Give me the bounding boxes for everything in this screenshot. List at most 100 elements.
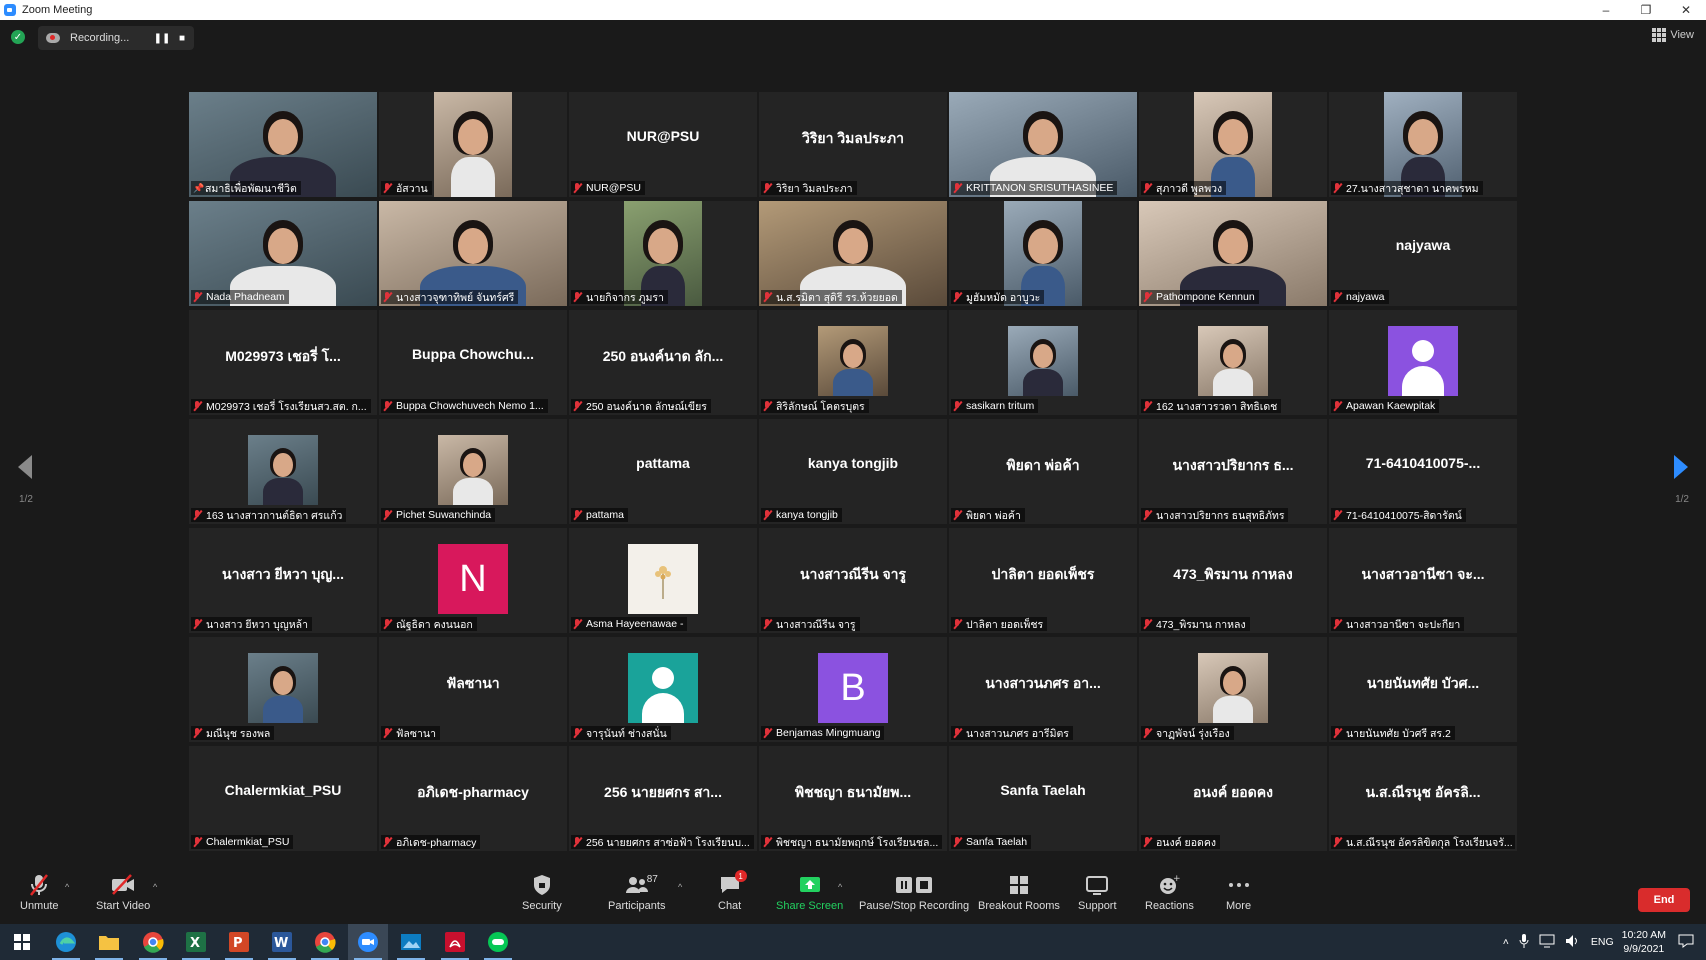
end-meeting-button[interactable]: End <box>1638 888 1690 912</box>
participant-tile[interactable]: kanya tongjib kanya tongjib <box>759 419 947 524</box>
participant-tile[interactable]: นางสาว ยีหวา บุญ... นางสาว ยีหวา บุญหล้า <box>189 528 377 633</box>
notifications-icon[interactable] <box>1678 934 1694 951</box>
participant-tile[interactable]: 163 นางสาวกานต์ธิดา ศรแก้ว <box>189 419 377 524</box>
edge-browser-icon[interactable] <box>46 924 86 960</box>
muted-mic-icon <box>573 728 582 738</box>
participant-tile[interactable]: Sanfa Taelah Sanfa Taelah <box>949 746 1137 851</box>
participant-name-bar: มณีนุช รองพล <box>191 726 275 740</box>
zoom-taskbar-icon[interactable] <box>348 924 388 960</box>
participant-tile[interactable]: นายกิจากร ภูมรา <box>569 201 757 306</box>
participant-tile[interactable]: 473_พิรมาน กาหลง 473_พิรมาน กาหลง <box>1139 528 1327 633</box>
participant-tile[interactable]: น.ส.ณีรนุช อัครลิ... น.ส.ณีรนุช อัครลิขิต… <box>1329 746 1517 851</box>
participant-tile[interactable]: สิริลักษณ์ โคตรบุตร <box>759 310 947 415</box>
participant-tile[interactable]: อัสวาน <box>379 92 567 197</box>
powerpoint-icon[interactable]: P <box>219 924 259 960</box>
line-app-icon[interactable] <box>478 924 518 960</box>
video-options-caret-icon[interactable]: ^ <box>153 882 157 892</box>
previous-page-arrow-icon[interactable] <box>18 455 32 479</box>
more-button[interactable]: More <box>1226 872 1251 912</box>
chat-button[interactable]: 1 Chat <box>718 870 747 912</box>
word-icon[interactable]: W <box>262 924 302 960</box>
participant-name: Sanfa Taelah <box>966 836 1028 848</box>
show-hidden-icons-chevron-icon[interactable]: ˄ <box>1503 936 1509 948</box>
participant-tile[interactable]: วิริยา วิมลประภา วิริยา วิมลประภา <box>759 92 947 197</box>
participant-tile[interactable]: Buppa Chowchu... Buppa Chowchuvech Nemo 1… <box>379 310 567 415</box>
breakout-rooms-button[interactable]: Breakout Rooms <box>978 872 1060 912</box>
photos-app-icon[interactable] <box>391 924 431 960</box>
participant-tile[interactable]: Nada Phadneam <box>189 201 377 306</box>
audio-options-caret-icon[interactable]: ^ <box>65 882 69 892</box>
shield-check-icon[interactable]: ✓ <box>11 30 25 44</box>
participant-tile[interactable]: Apawan Kaewpitak <box>1329 310 1517 415</box>
participant-tile[interactable]: N ณัฐธิดา คงนนอก <box>379 528 567 633</box>
participant-tile[interactable]: พิชชญา ธนามัยพ... พิชชญา ธนามัยพฤกษ์ โรงเ… <box>759 746 947 851</box>
participant-tile[interactable]: najyawa najyawa <box>1329 201 1517 306</box>
participant-tile[interactable]: อภิเดช-pharmacy อภิเดช-pharmacy <box>379 746 567 851</box>
participant-tile[interactable]: พิยดา พ่อค้า พิยดา พ่อค้า <box>949 419 1137 524</box>
participant-tile[interactable]: NUR@PSU NUR@PSU <box>569 92 757 197</box>
participant-name: Asma Hayeenawae - <box>586 618 684 630</box>
participant-tile[interactable]: น.ส.รมิตา สุดิรี รร.ห้วยยอด <box>759 201 947 306</box>
participant-tile[interactable]: อนงค์ ยอดคง อนงค์ ยอดคง <box>1139 746 1327 851</box>
participant-tile[interactable]: pattama pattama <box>569 419 757 524</box>
taskbar-clock[interactable]: 10:20 AM 9/9/2021 <box>1622 928 1666 956</box>
participant-tile[interactable]: 📌 สมาธิเพื่อพัฒนาชีวิต <box>189 92 377 197</box>
chrome-profile-icon[interactable] <box>305 924 345 960</box>
participant-tile[interactable]: Asma Hayeenawae - <box>569 528 757 633</box>
network-tray-icon[interactable] <box>1539 934 1555 951</box>
participant-tile[interactable]: มณีนุช รองพล <box>189 637 377 742</box>
participant-tile[interactable]: นางสาวปริยากร ธ... นางสาวปริยากร ธนสุทธิภ… <box>1139 419 1327 524</box>
participant-tile[interactable]: sasikarn tritum <box>949 310 1137 415</box>
participant-tile[interactable]: ปาลิตา ยอดเพ็ชร ปาลิตา ยอดเพ็ชร <box>949 528 1137 633</box>
input-language[interactable]: ENG <box>1591 936 1614 948</box>
share-options-caret-icon[interactable]: ^ <box>838 882 842 892</box>
windows-start-icon[interactable] <box>2 924 42 960</box>
participants-button[interactable]: 87 Participants <box>608 872 665 912</box>
participant-display-name: นางสาวนภศร อา... <box>985 675 1101 691</box>
participant-tile[interactable]: สุภาวดี พูลพวง <box>1139 92 1327 197</box>
participant-tile[interactable]: ฟัลซานา ฟัลซานา <box>379 637 567 742</box>
participant-tile[interactable]: 162 นางสาวรวดา สิทธิเดช <box>1139 310 1327 415</box>
participant-tile[interactable]: นางสาวจุฑาทิพย์ จันทร์ศรี <box>379 201 567 306</box>
participant-tile[interactable]: B Benjamas Mingmuang <box>759 637 947 742</box>
participants-caret-icon[interactable]: ^ <box>678 882 682 892</box>
minimize-button[interactable]: – <box>1586 0 1626 20</box>
file-explorer-icon[interactable] <box>89 924 129 960</box>
participant-name-bar: 473_พิรมาน กาหลง <box>1141 617 1250 631</box>
participant-tile[interactable]: 250 อนงค์นาด ลัก... 250 อนงค์นาด ลักษณ์เข… <box>569 310 757 415</box>
acrobat-reader-icon[interactable] <box>435 924 475 960</box>
volume-tray-icon[interactable] <box>1565 934 1581 951</box>
security-button[interactable]: Security <box>522 872 562 912</box>
start-video-button[interactable]: Start Video <box>96 872 150 912</box>
view-button[interactable]: View <box>1652 28 1694 42</box>
stop-recording-button[interactable]: ■ <box>172 33 192 44</box>
participant-tile[interactable]: M029973 เชอรี่ โ... M029973 เชอรี่ โรงเรี… <box>189 310 377 415</box>
participant-tile[interactable]: KRITTANON SRISUTHASINEE <box>949 92 1137 197</box>
restore-button[interactable]: ❐ <box>1626 0 1666 20</box>
participant-tile[interactable]: นายนันทศัย บัวศ... นายนันทศัย บัวศรี สร.2 <box>1329 637 1517 742</box>
participant-tile[interactable]: 71-6410410075-... 71-6410410075-สิดารัตน์ <box>1329 419 1517 524</box>
participant-tile[interactable]: 27.นางสาวสุชาดา นาคพรหม <box>1329 92 1517 197</box>
participant-tile[interactable]: จารุนันท์ ช่างสนั่น <box>569 637 757 742</box>
microphone-tray-icon[interactable] <box>1519 933 1529 951</box>
pause-stop-recording-button[interactable]: Pause/Stop Recording <box>859 872 969 912</box>
participant-display-name: Buppa Chowchu... <box>411 346 535 362</box>
next-page-arrow-icon[interactable] <box>1674 455 1688 479</box>
support-button[interactable]: Support <box>1078 872 1117 912</box>
participant-tile[interactable]: 256 นายยศกร สา... 256 นายยศกร สาซ่อฟ้า โร… <box>569 746 757 851</box>
participant-tile[interactable]: นางสาวณีรีน จารู นางสาวณีรีน จารู <box>759 528 947 633</box>
participant-tile[interactable]: นางสาวนภศร อา... นางสาวนภศร อารีมิตร <box>949 637 1137 742</box>
pause-recording-button[interactable]: ❚❚ <box>152 33 172 44</box>
share-screen-button[interactable]: Share Screen <box>776 872 843 912</box>
reactions-button[interactable]: + Reactions <box>1145 872 1194 912</box>
participant-tile[interactable]: Pathompone Kennun <box>1139 201 1327 306</box>
participant-tile[interactable]: Pichet Suwanchinda <box>379 419 567 524</box>
participant-tile[interactable]: มูฮัมหมัด อาบูวะ <box>949 201 1137 306</box>
chrome-icon[interactable] <box>133 924 173 960</box>
close-button[interactable]: ✕ <box>1666 0 1706 20</box>
participant-tile[interactable]: จาฏุพัจน์ รุ่งเรือง <box>1139 637 1327 742</box>
unmute-button[interactable]: Unmute <box>20 872 59 912</box>
participant-tile[interactable]: Chalermkiat_PSU Chalermkiat_PSU <box>189 746 377 851</box>
excel-icon[interactable]: X <box>176 924 216 960</box>
participant-tile[interactable]: นางสาวอานีซา จะ... นางสาวอานีซา จะปะกียา <box>1329 528 1517 633</box>
